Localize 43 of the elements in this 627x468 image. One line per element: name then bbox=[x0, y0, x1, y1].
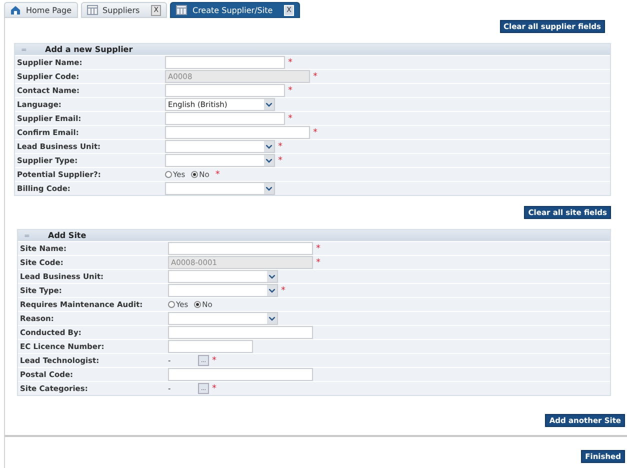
tab-label: Create Supplier/Site bbox=[192, 6, 273, 14]
text-field[interactable] bbox=[165, 112, 285, 125]
tab-label: Home Page bbox=[26, 6, 72, 14]
table-icon bbox=[176, 5, 188, 15]
dropdown[interactable] bbox=[165, 140, 275, 153]
chevron-down-icon bbox=[266, 186, 272, 190]
chevron-down-icon bbox=[269, 288, 275, 292]
tab-label: Suppliers bbox=[102, 6, 140, 14]
table-icon bbox=[86, 5, 98, 15]
tab[interactable]: Home Page bbox=[4, 2, 78, 18]
required-marker: * bbox=[212, 358, 216, 364]
radio-icon[interactable] bbox=[165, 171, 172, 178]
required-marker: * bbox=[212, 386, 216, 392]
home-icon bbox=[10, 5, 21, 15]
text-field[interactable] bbox=[168, 242, 313, 255]
text-field[interactable] bbox=[165, 84, 285, 97]
required-marker: * bbox=[288, 116, 292, 122]
chevron-down-icon bbox=[269, 274, 275, 278]
required-marker: * bbox=[313, 74, 318, 80]
text-field[interactable] bbox=[168, 326, 313, 339]
required-marker: * bbox=[288, 60, 292, 66]
radio-icon[interactable] bbox=[191, 171, 198, 178]
chevron-down-icon bbox=[269, 316, 275, 320]
required-marker: * bbox=[316, 260, 320, 266]
chevron-down-icon bbox=[266, 158, 272, 162]
required-marker: * bbox=[281, 288, 286, 294]
text-field[interactable] bbox=[168, 368, 313, 381]
required-marker: * bbox=[288, 88, 292, 94]
required-marker: * bbox=[215, 172, 220, 178]
chevron-down-icon bbox=[266, 102, 272, 106]
panel-title: Add a new Supplier bbox=[45, 45, 133, 54]
required-marker: * bbox=[278, 144, 282, 150]
required-marker: * bbox=[278, 158, 282, 164]
text-field[interactable] bbox=[168, 340, 253, 353]
radio-icon[interactable] bbox=[168, 301, 175, 308]
chevron-down-icon bbox=[266, 144, 272, 148]
text-field[interactable] bbox=[165, 56, 285, 69]
dropdown[interactable] bbox=[168, 270, 278, 283]
required-marker: * bbox=[313, 130, 318, 136]
text-field[interactable] bbox=[165, 126, 310, 139]
required-marker: * bbox=[316, 246, 320, 252]
radio-icon[interactable] bbox=[194, 301, 202, 308]
panel-title: Add Site bbox=[48, 231, 86, 240]
